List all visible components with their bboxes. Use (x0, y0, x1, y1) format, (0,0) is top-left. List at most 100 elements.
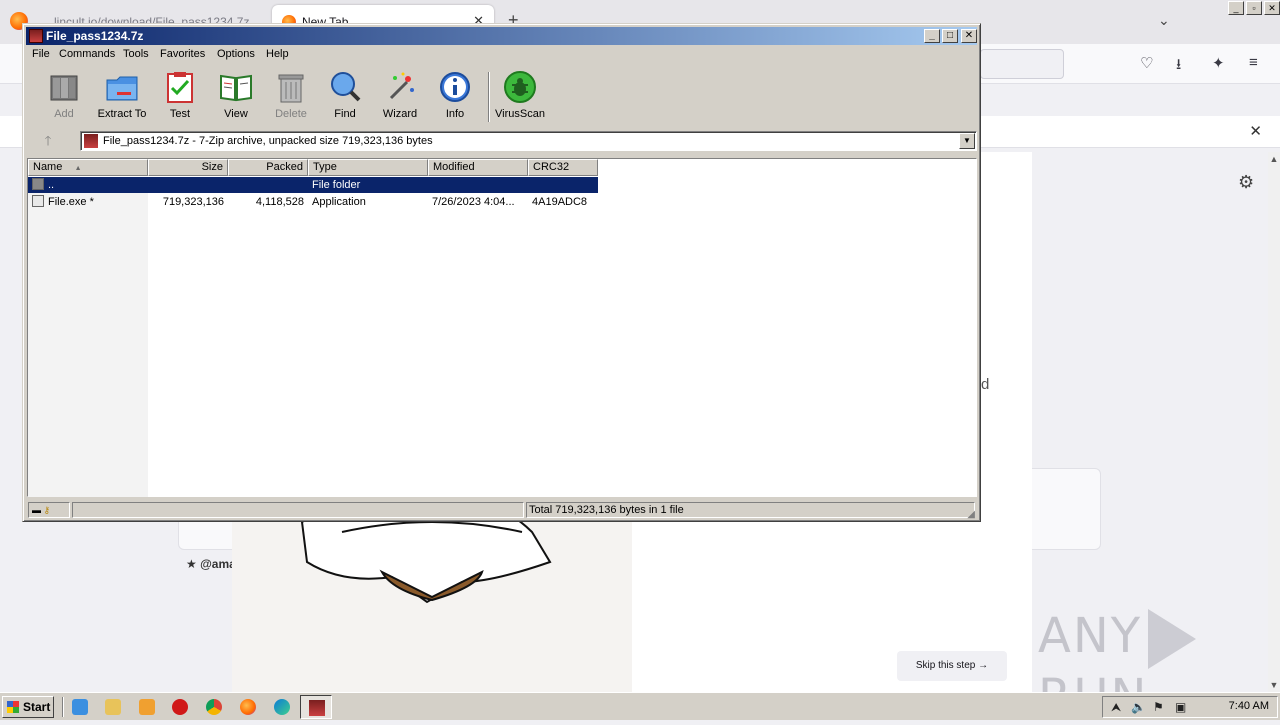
cell-type: Application (312, 196, 366, 208)
winrar-maximize-button[interactable]: □ (942, 29, 958, 43)
file-explorer-icon[interactable] (105, 699, 121, 715)
path-dropdown-icon[interactable]: ▼ (959, 133, 975, 149)
system-tray: ⮝ 🔈 ⚑ ▣ 7:40 AM (1102, 696, 1278, 718)
add-archive-icon (50, 75, 78, 101)
downloads-icon[interactable]: ⭳ (1176, 54, 1181, 79)
find-magnifier-icon (331, 72, 361, 102)
toolbar-info-button[interactable]: Info (427, 70, 483, 124)
column-crc32-header[interactable]: CRC32 (528, 159, 598, 176)
toolbar-view-button[interactable]: View (208, 70, 264, 124)
cell-modified (428, 177, 528, 193)
winrar-taskbar-button[interactable] (300, 695, 332, 719)
sort-asc-icon: ▲ (74, 165, 82, 172)
scroll-up-icon[interactable]: ▲ (1268, 154, 1280, 164)
toolbar-extract-button[interactable]: Extract To (94, 70, 150, 124)
delete-bin-icon (278, 74, 304, 103)
firefox-icon[interactable] (240, 699, 256, 715)
column-size-header[interactable]: Size (148, 159, 228, 176)
media-player-icon[interactable] (139, 699, 155, 715)
status-selection-panel (72, 502, 524, 518)
action-center-flag-icon[interactable]: ⚑ (1153, 700, 1164, 714)
close-button[interactable]: ✕ (1264, 1, 1280, 15)
toolbar-find-button[interactable]: Find (317, 70, 373, 124)
toolbar-delete-button[interactable]: Delete (263, 70, 319, 124)
column-name-label: Name (33, 161, 63, 173)
chrome-icon[interactable] (206, 699, 222, 715)
clock[interactable]: 7:40 AM (1229, 700, 1269, 712)
toolbar-test-button[interactable]: Test (152, 70, 208, 124)
column-name-header[interactable]: Name ▲ (28, 159, 148, 176)
menu-commands[interactable]: Commands (59, 48, 115, 60)
watermark-left: ANY (1038, 608, 1143, 664)
cell-size: 719,323,136 (162, 196, 224, 208)
menu-favorites[interactable]: Favorites (160, 48, 205, 60)
parent-folder-icon (32, 178, 44, 190)
column-modified-header[interactable]: Modified (428, 159, 528, 176)
status-total: Total 719,323,136 bytes in 1 file (526, 502, 975, 518)
pocket-icon[interactable]: ♡ (1140, 54, 1153, 72)
card-handle-text: ★ @ama (186, 557, 236, 571)
name-column-background (28, 177, 148, 497)
cell-type: File folder (308, 177, 428, 193)
taskbar: Start ⮝ 🔈 ⚑ ▣ 7:40 AM (0, 692, 1280, 720)
tray-expand-icon[interactable]: ⮝ (1111, 700, 1121, 715)
cell-modified: 7/26/2023 4:04... (432, 196, 515, 208)
cell-crc32 (528, 177, 598, 193)
taskbar-separator (62, 697, 64, 717)
settings-gear-icon[interactable]: ⚙ (1238, 172, 1254, 193)
minimize-button[interactable]: _ (1228, 1, 1244, 15)
extensions-icon[interactable]: ✦ (1212, 54, 1225, 72)
archive-icon (84, 134, 98, 148)
toolbar-wizard-label: Wizard (382, 108, 418, 120)
menu-options[interactable]: Options (217, 48, 255, 60)
restore-button[interactable]: ▫ (1246, 1, 1262, 15)
column-type-header[interactable]: Type (308, 159, 428, 176)
skip-step-button[interactable]: Skip this step → (897, 651, 1007, 681)
menu-icon[interactable]: ≡ (1249, 54, 1258, 71)
edge-icon[interactable] (274, 699, 290, 715)
volume-icon[interactable]: 🔈 (1131, 700, 1146, 714)
menu-tools[interactable]: Tools (123, 48, 149, 60)
toolbar-info-label: Info (445, 108, 465, 120)
opera-icon[interactable] (172, 699, 188, 715)
winrar-titlebar[interactable]: File_pass1234.7z _ □ ✕ (26, 27, 977, 45)
url-bar[interactable] (980, 49, 1064, 79)
toolbar-add-button[interactable]: Add (36, 70, 92, 124)
test-clipboard-icon (167, 72, 193, 103)
executable-file-icon (32, 195, 44, 207)
cell-name: .. (28, 177, 148, 193)
key-icon: ⚷ (43, 505, 51, 515)
drive-icon: ▬ (32, 505, 41, 515)
winrar-minimize-button[interactable]: _ (924, 29, 940, 43)
table-row[interactable]: .. File folder (28, 177, 598, 193)
toolbar-virusscan-button[interactable]: VirusScan (492, 70, 548, 124)
archive-path-combo[interactable]: File_pass1234.7z - 7-Zip archive, unpack… (80, 131, 977, 151)
status-drive-icons[interactable]: ▬ ⚷ (28, 502, 70, 518)
cell-name-text: File.exe * (48, 196, 94, 208)
watermark-play-icon (1148, 609, 1197, 669)
toolbar-extract-label: Extract To (97, 108, 147, 120)
cell-name: File.exe * (28, 194, 148, 210)
resize-grip-icon[interactable]: ◢ (967, 509, 975, 520)
toolbar-wizard-button[interactable]: Wizard (372, 70, 428, 124)
winrar-close-button[interactable]: ✕ (961, 29, 977, 43)
winrar-address-bar: 🡑 File_pass1234.7z - 7-Zip archive, unpa… (26, 128, 977, 154)
notification-close-icon[interactable]: ✕ (1249, 122, 1262, 140)
toolbar-delete-label: Delete (275, 108, 307, 120)
menu-file[interactable]: File (32, 48, 50, 60)
file-list-header: Name ▲ Size Packed Type Modified CRC32 (28, 159, 598, 176)
up-folder-icon[interactable]: 🡑 (32, 132, 64, 150)
file-list[interactable]: Name ▲ Size Packed Type Modified CRC32 .… (27, 158, 977, 497)
menu-help[interactable]: Help (266, 48, 289, 60)
start-button[interactable]: Start (2, 696, 54, 718)
cell-size (148, 177, 228, 193)
column-packed-header[interactable]: Packed (228, 159, 308, 176)
network-icon[interactable]: ▣ (1175, 700, 1186, 714)
table-row[interactable]: File.exe * 719,323,136 4,118,528 Applica… (28, 194, 598, 210)
list-all-tabs-icon[interactable]: ⌄ (1158, 12, 1170, 29)
internet-explorer-icon[interactable] (72, 699, 88, 715)
winrar-menubar: File Commands Tools Favorites Options He… (26, 46, 977, 64)
toolbar-add-label: Add (54, 108, 74, 120)
winrar-app-icon[interactable] (29, 29, 43, 43)
toolbar-separator (488, 72, 490, 122)
